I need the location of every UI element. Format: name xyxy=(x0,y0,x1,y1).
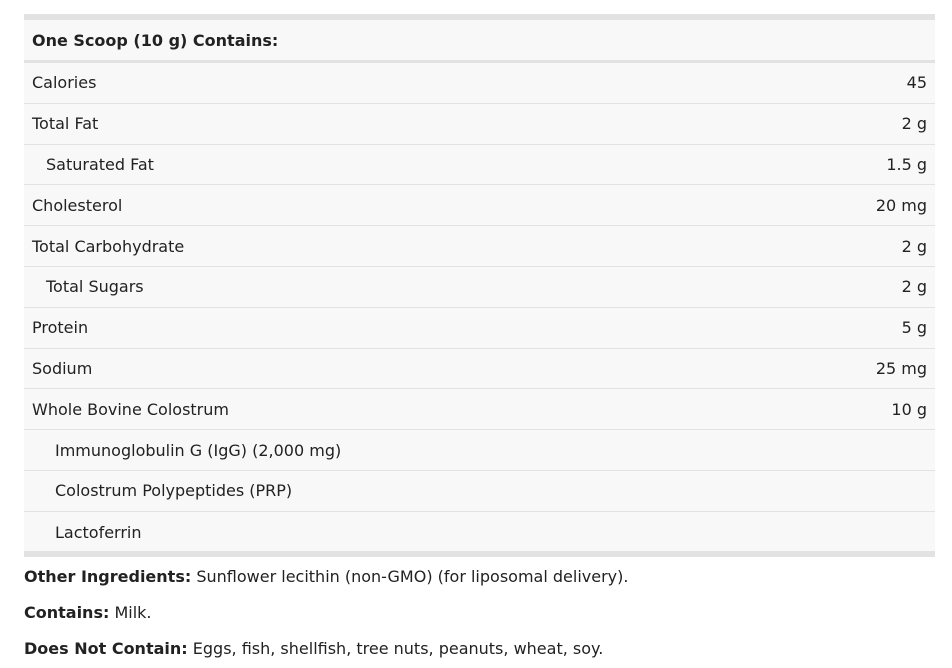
row-amount: 2 g xyxy=(901,236,927,256)
row-name: Cholesterol xyxy=(32,195,123,215)
table-row: Colostrum Polypeptides (PRP) xyxy=(24,471,935,512)
contains-value: Milk. xyxy=(114,603,152,622)
table-row: Total Sugars 2 g xyxy=(24,267,935,308)
row-amount: 2 g xyxy=(901,114,927,134)
row-name: Protein xyxy=(32,318,89,338)
table-row: Total Fat 2 g xyxy=(24,104,935,145)
row-name: Total Sugars xyxy=(46,277,144,297)
row-amount: 20 mg xyxy=(875,195,927,215)
table-row: Calories 45 xyxy=(24,63,935,104)
row-amount: 25 mg xyxy=(875,358,927,378)
row-name: Whole Bovine Colostrum xyxy=(32,399,229,419)
does-not-contain-label: Does Not Contain: xyxy=(24,639,188,658)
row-name: Lactoferrin xyxy=(55,522,142,542)
other-ingredients-value: Sunflower lecithin (non-GMO) (for liposo… xyxy=(196,567,629,586)
table-row: Cholesterol 20 mg xyxy=(24,185,935,227)
table-row: Saturated Fat 1.5 g xyxy=(24,145,935,186)
row-amount: 2 g xyxy=(901,277,927,297)
table-row: Sodium 25 mg xyxy=(24,349,935,390)
table-row: Total Carbohydrate 2 g xyxy=(24,226,935,267)
table-row: Lactoferrin xyxy=(24,512,935,553)
contains-line: Contains: Milk. xyxy=(24,603,924,622)
table-row: Immunoglobulin G (IgG) (2,000 mg) xyxy=(24,430,935,471)
other-ingredients: Other Ingredients: Sunflower lecithin (n… xyxy=(24,567,924,586)
row-amount: 5 g xyxy=(901,318,927,338)
contains-label: Contains: xyxy=(24,603,110,622)
row-name: Total Fat xyxy=(32,114,99,134)
table-row: Whole Bovine Colostrum 10 g xyxy=(24,389,935,431)
does-not-contain-value: Eggs, fish, shellfish, tree nuts, peanut… xyxy=(192,639,604,658)
row-name: Total Carbohydrate xyxy=(32,236,185,256)
row-name: Sodium xyxy=(32,358,93,378)
row-amount: 45 xyxy=(906,73,927,93)
row-name: Saturated Fat xyxy=(46,154,154,174)
row-name: Colostrum Polypeptides (PRP) xyxy=(55,481,293,501)
other-ingredients-label: Other Ingredients: xyxy=(24,567,192,586)
row-name: Calories xyxy=(32,73,97,93)
row-name: Immunoglobulin G (IgG) (2,000 mg) xyxy=(55,440,342,460)
row-amount: 1.5 g xyxy=(886,154,927,174)
row-amount: 10 g xyxy=(891,399,927,419)
does-not-contain-line: Does Not Contain: Eggs, fish, shellfish,… xyxy=(24,639,924,658)
table-header: One Scoop (10 g) Contains: xyxy=(24,20,935,63)
table-row: Protein 5 g xyxy=(24,308,935,349)
nutrition-table: One Scoop (10 g) Contains: Calories 45 T… xyxy=(24,14,935,557)
